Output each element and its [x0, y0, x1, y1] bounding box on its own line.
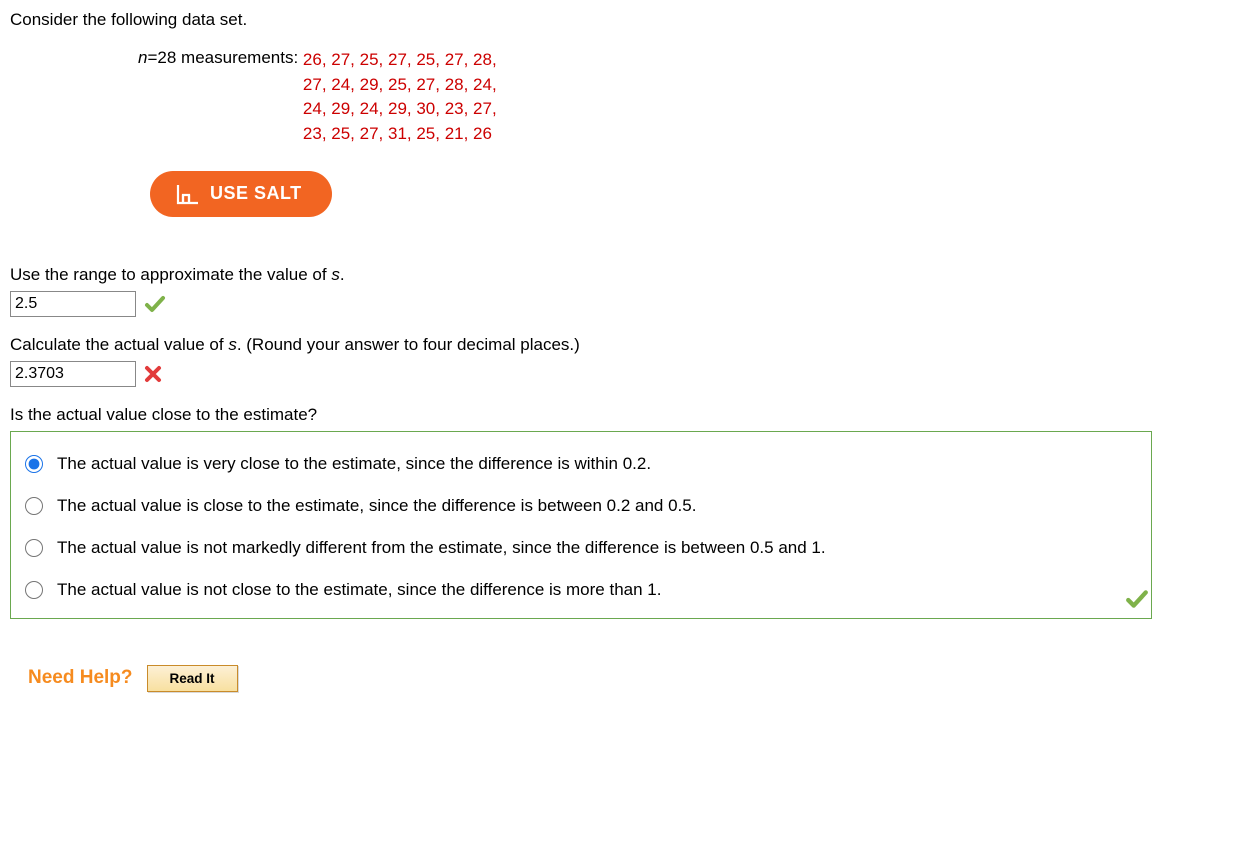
q1-input[interactable] [10, 291, 136, 317]
mc-option-3[interactable]: The actual value is not close to the est… [21, 580, 1141, 600]
read-it-button[interactable]: Read It [147, 665, 238, 692]
mc-box: The actual value is very close to the es… [10, 431, 1152, 619]
data-values: 26, 27, 25, 27, 25, 27, 28, 27, 24, 29, … [303, 48, 497, 147]
q2-answer-row [10, 361, 1250, 387]
check-icon [144, 293, 166, 315]
mc-option-label: The actual value is not markedly differe… [57, 538, 826, 558]
q3-prompt: Is the actual value close to the estimat… [10, 405, 1250, 425]
check-icon [1125, 587, 1149, 616]
use-salt-label: USE SALT [210, 183, 302, 204]
use-salt-button[interactable]: USE SALT [150, 171, 332, 217]
q1-answer-row [10, 291, 1250, 317]
mc-option-1[interactable]: The actual value is close to the estimat… [21, 496, 1141, 516]
measurements-label: 28 measurements: [157, 48, 303, 68]
dataset-block: n = 28 measurements: 26, 27, 25, 27, 25,… [138, 48, 1250, 147]
mc-radio-1[interactable] [25, 497, 43, 515]
intro-text: Consider the following data set. [10, 10, 1250, 30]
mc-option-2[interactable]: The actual value is not markedly differe… [21, 538, 1141, 558]
q1-prompt: Use the range to approximate the value o… [10, 265, 1250, 285]
mc-radio-0[interactable] [25, 455, 43, 473]
mc-option-0[interactable]: The actual value is very close to the es… [21, 454, 1141, 474]
mc-radio-2[interactable] [25, 539, 43, 557]
chart-icon [176, 183, 200, 205]
q2-input[interactable] [10, 361, 136, 387]
q2-prompt: Calculate the actual value of s. (Round … [10, 335, 1250, 355]
mc-option-label: The actual value is not close to the est… [57, 580, 661, 600]
need-help-label: Need Help? [28, 667, 133, 689]
mc-radio-3[interactable] [25, 581, 43, 599]
equals-sign: = [147, 48, 157, 68]
mc-option-label: The actual value is very close to the es… [57, 454, 651, 474]
x-icon [144, 365, 162, 383]
mc-option-label: The actual value is close to the estimat… [57, 496, 696, 516]
n-variable: n [138, 48, 147, 68]
need-help-row: Need Help? Read It [28, 665, 1250, 692]
